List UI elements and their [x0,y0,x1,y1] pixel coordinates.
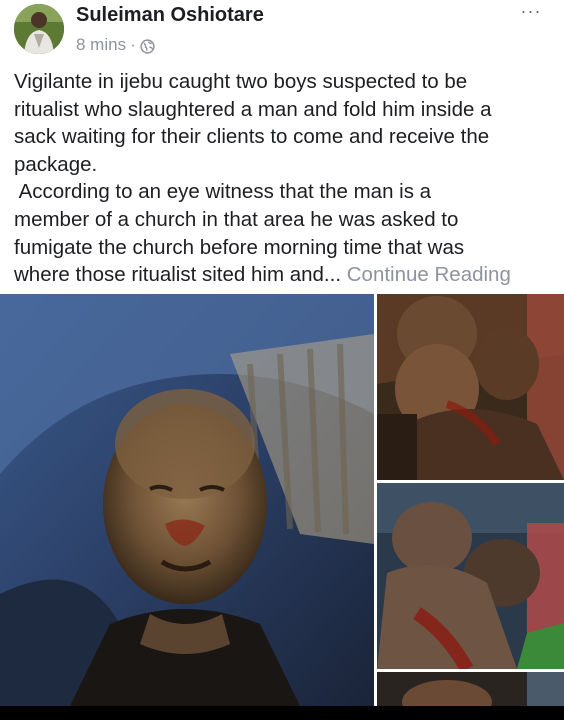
post-text-line: ritualist who slaughtered a man and fold… [14,97,492,121]
post-text-last-line: where those ritualist sited him and... C… [14,261,554,289]
continue-reading-link[interactable]: Continue Reading [347,263,511,286]
globe-icon [140,38,155,54]
meta-separator: · [130,35,136,54]
post-text-line: Vigilante in ijebu caught two boys suspe… [14,70,468,93]
post-text: Vigilante in ijebu caught two boys suspe… [14,68,554,289]
post-meta: 8 mins · [76,34,155,56]
post-text-line: According to an eye witness that the man… [14,180,432,204]
post-text-line: sack waiting for their clients to come a… [14,125,490,149]
author-name[interactable]: Suleiman Oshiotare [76,2,264,28]
bottom-bar [0,706,564,720]
main-photo[interactable] [0,294,374,706]
post-text-line: package. [14,152,98,176]
post-text-line: where those ritualist sited him and... [14,263,342,287]
post-timestamp[interactable]: 8 mins [76,34,126,56]
post-text-line: fumigate the church before morning time … [14,235,465,259]
photo-grid [0,292,564,706]
side-photo-3[interactable] [377,672,564,706]
side-photo-2[interactable] [377,483,564,669]
side-photo-1[interactable] [377,294,564,480]
post-text-line: member of a church in that area he was a… [14,207,459,231]
avatar-image [14,4,64,54]
post-header: Suleiman Oshiotare 8 mins · ··· [0,0,564,62]
avatar[interactable] [14,4,64,54]
more-options-button[interactable]: ··· [514,2,548,26]
